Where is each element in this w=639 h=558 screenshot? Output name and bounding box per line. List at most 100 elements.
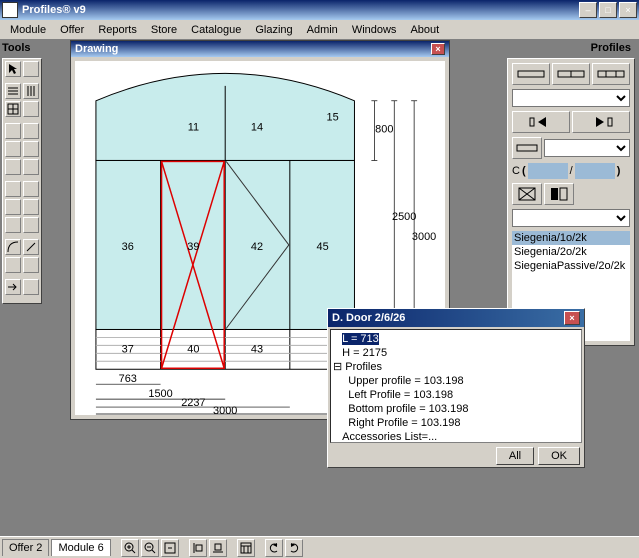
tool-c1[interactable] — [5, 123, 21, 139]
menubar: Module Offer Reports Store Catalogue Gla… — [0, 20, 639, 40]
profile-dropdown-2[interactable] — [544, 139, 630, 157]
app-icon — [2, 2, 18, 18]
all-button[interactable]: All — [496, 447, 534, 465]
zoom-out-icon[interactable] — [141, 539, 159, 557]
vlines-icon[interactable] — [23, 83, 39, 99]
color-swatch-1[interactable] — [528, 163, 568, 179]
insert-left-button[interactable] — [512, 111, 570, 133]
list-item[interactable]: SiegeniaPassive/2o/2k — [512, 259, 630, 273]
statusbar: Offer 2 Module 6 — [0, 536, 639, 558]
zoom-fit-icon[interactable] — [161, 539, 179, 557]
pane-43-label: 43 — [251, 343, 263, 355]
tool-c6[interactable] — [23, 159, 39, 175]
tool-c2[interactable] — [23, 123, 39, 139]
align-bottom-icon[interactable] — [209, 539, 227, 557]
close-button[interactable]: × — [619, 2, 637, 18]
hlines-icon[interactable] — [5, 83, 21, 99]
line-tool-icon[interactable] — [23, 239, 39, 255]
menu-offer[interactable]: Offer — [54, 22, 90, 38]
profile-dropdown-1[interactable] — [512, 89, 630, 107]
properties-dialog: D. Door 2/6/26 × L = 713 H = 2175 ⊟ Prof… — [327, 308, 585, 468]
hinge-left-button[interactable] — [512, 183, 542, 205]
menu-windows[interactable]: Windows — [346, 22, 403, 38]
profile-type-3-button[interactable] — [592, 63, 630, 85]
properties-tree[interactable]: L = 713 H = 2175 ⊟ Profiles Upper profil… — [330, 329, 582, 443]
grid-toggle-icon[interactable] — [237, 539, 255, 557]
menu-catalogue[interactable]: Catalogue — [185, 22, 247, 38]
menu-module[interactable]: Module — [4, 22, 52, 38]
arrow-tool-icon[interactable] — [5, 279, 21, 295]
profile-type-1-button[interactable] — [512, 63, 550, 85]
dim-2500: 2500 — [392, 211, 416, 223]
pane-45-label: 45 — [317, 241, 329, 253]
dialog-close-button[interactable]: × — [564, 311, 580, 325]
profiles-title: Profiles — [591, 42, 631, 54]
align-left-icon[interactable] — [189, 539, 207, 557]
tool-b1[interactable] — [23, 61, 39, 77]
pane-39-label: 39 — [187, 241, 199, 253]
tool-f2[interactable] — [23, 279, 39, 295]
prop-acc[interactable]: Accessories List=... — [342, 431, 437, 443]
hinge-right-button[interactable] — [544, 183, 574, 205]
dim-2237: 2237 — [181, 397, 205, 409]
prop-upper[interactable]: Upper profile = 103.198 — [348, 375, 463, 387]
dim-15-label: 15 — [327, 112, 339, 124]
menu-about[interactable]: About — [404, 22, 445, 38]
drawing-title: Drawing — [75, 43, 118, 55]
pane-37-label: 37 — [122, 343, 134, 355]
prop-bottom[interactable]: Bottom profile = 103.198 — [348, 403, 468, 415]
curve-tool-icon[interactable] — [5, 239, 21, 255]
tool-d4[interactable] — [23, 199, 39, 215]
tool-c4[interactable] — [23, 141, 39, 157]
prop-L[interactable]: L = 713 — [342, 333, 379, 345]
minimize-button[interactable]: – — [579, 2, 597, 18]
grid-tool-icon[interactable] — [5, 101, 21, 117]
tool-c3[interactable] — [5, 141, 21, 157]
tool-d1[interactable] — [5, 181, 21, 197]
pane-40-label: 40 — [187, 343, 199, 355]
pane-11-label: 11 — [188, 122, 199, 134]
redo-icon[interactable] — [285, 539, 303, 557]
list-item[interactable]: Siegenia/1o/2k — [512, 231, 630, 245]
tab-module[interactable]: Module 6 — [51, 539, 110, 556]
pointer-tool-icon[interactable] — [5, 61, 21, 77]
insert-right-button[interactable] — [572, 111, 630, 133]
tool-d5[interactable] — [5, 217, 21, 233]
menu-glazing[interactable]: Glazing — [249, 22, 298, 38]
tools-title: Tools — [2, 42, 31, 54]
tool-c5[interactable] — [5, 159, 21, 175]
menu-reports[interactable]: Reports — [92, 22, 143, 38]
tool-e2[interactable] — [23, 257, 39, 273]
tool-e1[interactable] — [5, 257, 21, 273]
profile-dropdown-3[interactable] — [512, 209, 630, 227]
profile-type-2-button[interactable] — [552, 63, 590, 85]
ok-button[interactable]: OK — [538, 447, 580, 465]
prop-H[interactable]: H = 2175 — [342, 347, 387, 359]
dim-763: 763 — [119, 373, 137, 385]
app-title: Profiles® v9 — [22, 4, 579, 16]
section-view-button[interactable] — [512, 137, 542, 159]
pane-42-label: 42 — [251, 241, 263, 253]
tab-offer[interactable]: Offer 2 — [2, 539, 49, 556]
profiles-panel: C ( / ) Siegenia/1o/2k Siegenia/2o/2k Si… — [507, 58, 635, 346]
dim-3000: 3000 — [213, 405, 237, 415]
prop-right[interactable]: Right Profile = 103.198 — [348, 417, 460, 429]
zoom-in-icon[interactable] — [121, 539, 139, 557]
dim-1500: 1500 — [148, 388, 172, 400]
tool-b2[interactable] — [23, 101, 39, 117]
prop-left[interactable]: Left Profile = 103.198 — [348, 389, 453, 401]
color-swatch-2[interactable] — [575, 163, 615, 179]
maximize-button[interactable]: □ — [599, 2, 617, 18]
menu-store[interactable]: Store — [145, 22, 183, 38]
pane-14-label: 14 — [251, 122, 263, 134]
pane-36-label: 36 — [122, 241, 134, 253]
drawing-close-icon[interactable]: × — [431, 43, 445, 55]
dim-800: 800 — [375, 124, 393, 136]
prop-profiles[interactable]: Profiles — [345, 361, 382, 373]
tool-d3[interactable] — [5, 199, 21, 215]
list-item[interactable]: Siegenia/2o/2k — [512, 245, 630, 259]
menu-admin[interactable]: Admin — [301, 22, 344, 38]
tool-d2[interactable] — [23, 181, 39, 197]
undo-icon[interactable] — [265, 539, 283, 557]
tool-d6[interactable] — [23, 217, 39, 233]
